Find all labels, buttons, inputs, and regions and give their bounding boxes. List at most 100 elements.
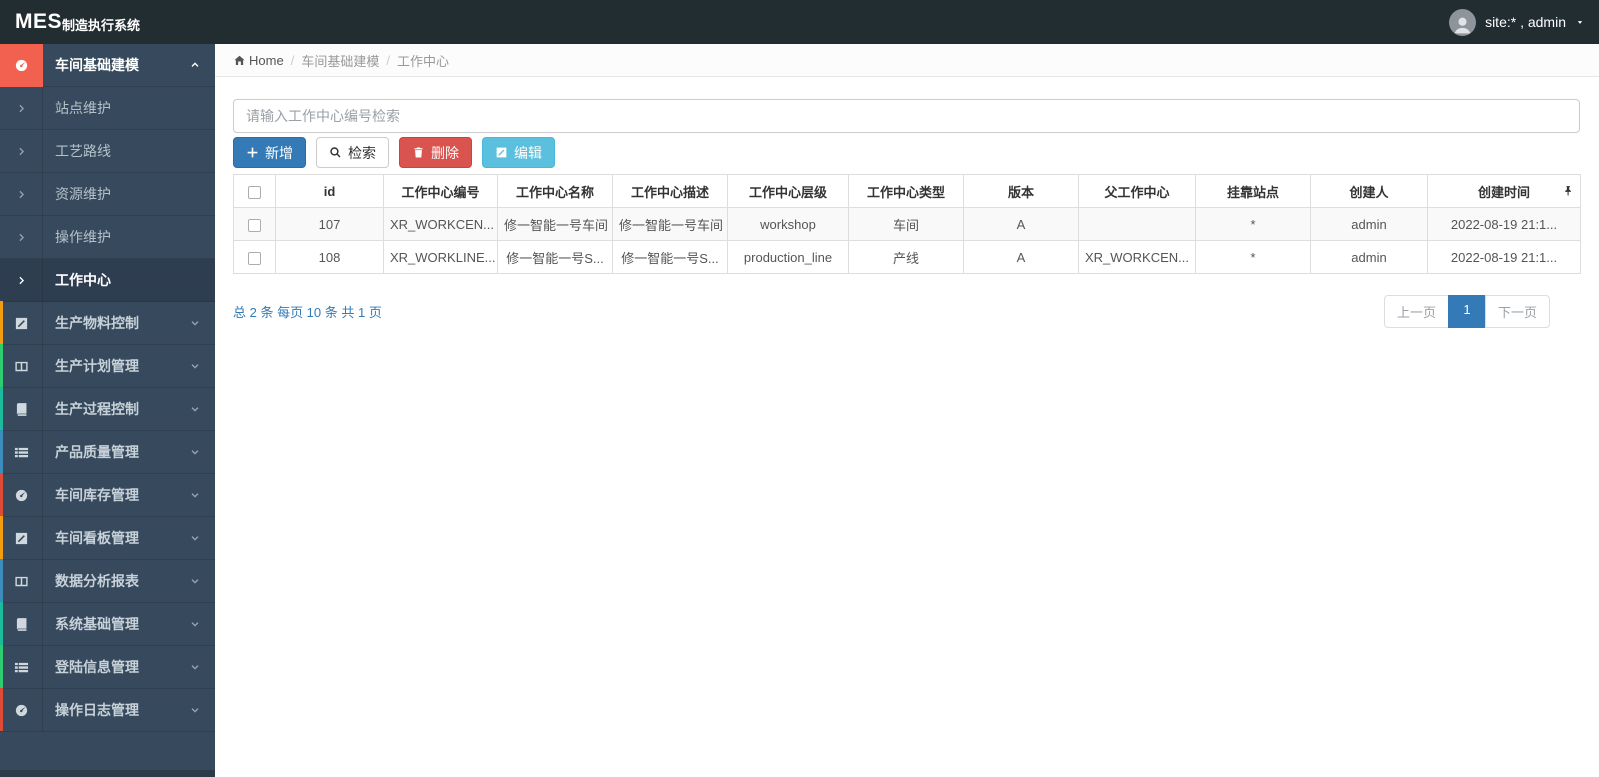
sidebar-item-operation-log-management[interactable]: 操作日志管理 bbox=[0, 688, 215, 732]
search-input[interactable] bbox=[233, 99, 1580, 133]
sidebar-item-label: 工艺路线 bbox=[55, 143, 111, 159]
cell-version: A bbox=[963, 240, 1079, 274]
col-header-description: 工作中心描述 bbox=[612, 174, 728, 208]
table-header-row: id 工作中心编号 工作中心名称 工作中心描述 工作中心层级 工作中心类型 版本… bbox=[233, 174, 1581, 208]
edit-icon bbox=[0, 301, 43, 345]
sidebar-item-data-analysis-reports[interactable]: 数据分析报表 bbox=[0, 559, 215, 603]
brand-rest: 制造执行系统 bbox=[62, 17, 141, 33]
stripe bbox=[0, 516, 3, 559]
breadcrumb-home-link[interactable]: Home bbox=[233, 53, 284, 68]
stripe bbox=[0, 430, 3, 473]
col-header-type: 工作中心类型 bbox=[848, 174, 964, 208]
edit-icon bbox=[0, 516, 43, 560]
cell-type: 产线 bbox=[848, 240, 964, 274]
row-select-cell bbox=[233, 207, 276, 241]
cell-station: * bbox=[1195, 207, 1311, 241]
home-icon bbox=[233, 54, 246, 67]
dashboard-icon bbox=[0, 688, 43, 732]
page-1-button[interactable]: 1 bbox=[1447, 295, 1486, 328]
book-icon bbox=[0, 602, 43, 646]
cell-station: * bbox=[1195, 240, 1311, 274]
pin-icon[interactable] bbox=[1562, 185, 1574, 197]
stripe bbox=[0, 344, 3, 387]
stripe bbox=[0, 473, 3, 516]
user-menu[interactable]: site:* , admin bbox=[1449, 0, 1585, 44]
col-header-creator: 创建人 bbox=[1310, 174, 1428, 208]
breadcrumb-item-work-center: 工作中心 bbox=[396, 53, 449, 69]
cell-id: 108 bbox=[275, 240, 384, 274]
sidebar-item-kanban-management[interactable]: 车间看板管理 bbox=[0, 516, 215, 560]
sidebar-item-system-management[interactable]: 系统基础管理 bbox=[0, 602, 215, 646]
sidebar-item-label: 系统基础管理 bbox=[55, 616, 139, 632]
stripe bbox=[0, 301, 3, 344]
work-center-table: id 工作中心编号 工作中心名称 工作中心描述 工作中心层级 工作中心类型 版本… bbox=[233, 174, 1581, 274]
stripe bbox=[0, 645, 3, 688]
angle-right-icon bbox=[0, 172, 43, 216]
edit-icon bbox=[495, 146, 508, 159]
stripe bbox=[0, 602, 3, 645]
dashboard-icon bbox=[0, 473, 43, 517]
cell-type: 车间 bbox=[848, 207, 964, 241]
edit-button[interactable]: 编辑 bbox=[482, 137, 555, 168]
sidebar-item-inventory-management[interactable]: 车间库存管理 bbox=[0, 473, 215, 517]
sidebar-item-label: 数据分析报表 bbox=[55, 573, 139, 589]
chevron-down-icon bbox=[189, 575, 201, 587]
pagination: 上一页 1 下一页 bbox=[1383, 295, 1550, 328]
sidebar-item-resource-maintenance[interactable]: 资源维护 bbox=[0, 172, 215, 216]
col-header-created-time-label: 创建时间 bbox=[1477, 184, 1530, 200]
row-checkbox[interactable] bbox=[248, 251, 261, 265]
app-logo[interactable]: MES 制造执行系统 bbox=[15, 0, 140, 44]
col-header-created-time: 创建时间 bbox=[1427, 174, 1581, 208]
table-row: 108 XR_WORKLINE... 修一智能一号S... 修一智能一号S...… bbox=[233, 240, 1581, 274]
breadcrumb-item-workshop-modeling[interactable]: 车间基础建模 bbox=[301, 51, 379, 70]
sidebar-item-label: 生产过程控制 bbox=[55, 401, 139, 417]
sidebar-item-label: 登陆信息管理 bbox=[55, 659, 139, 675]
sidebar-item-material-control[interactable]: 生产物料控制 bbox=[0, 301, 215, 345]
list-icon bbox=[0, 645, 43, 689]
prev-page-button[interactable]: 上一页 bbox=[1383, 295, 1449, 328]
next-page-button[interactable]: 下一页 bbox=[1484, 295, 1550, 328]
sidebar-item-work-center[interactable]: 工作中心 bbox=[0, 258, 215, 302]
cell-parent: XR_WORKCEN... bbox=[1078, 240, 1196, 274]
sidebar-item-label: 车间库存管理 bbox=[55, 487, 139, 503]
sidebar-item-workshop-modeling[interactable]: 车间基础建模 bbox=[0, 43, 215, 87]
sidebar-item-process-control[interactable]: 生产过程控制 bbox=[0, 387, 215, 431]
book-icon bbox=[0, 387, 43, 431]
grid-footer: 总 2 条 每页 10 条 共 1 页 上一页 1 下一页 bbox=[233, 295, 1580, 328]
sidebar-item-label: 车间看板管理 bbox=[55, 530, 139, 546]
chevron-down-icon bbox=[189, 403, 201, 415]
col-header-parent: 父工作中心 bbox=[1078, 174, 1196, 208]
sidebar-item-process-route[interactable]: 工艺路线 bbox=[0, 129, 215, 173]
search-button[interactable]: 检索 bbox=[316, 137, 389, 168]
cell-name: 修一智能一号S... bbox=[497, 240, 613, 274]
search-button-label: 检索 bbox=[348, 144, 376, 161]
cell-description: 修一智能一号车间 bbox=[612, 207, 728, 241]
add-button-label: 新增 bbox=[265, 144, 293, 161]
add-button[interactable]: 新增 bbox=[233, 137, 306, 168]
main-panel: 新增 检索 删除 编辑 bbox=[215, 77, 1599, 328]
sidebar-item-quality-management[interactable]: 产品质量管理 bbox=[0, 430, 215, 474]
angle-right-icon bbox=[0, 129, 43, 173]
chevron-down-icon bbox=[189, 661, 201, 673]
sidebar-item-label: 生产物料控制 bbox=[55, 315, 139, 331]
chevron-down-icon bbox=[189, 446, 201, 458]
sidebar-item-operation-maintenance[interactable]: 操作维护 bbox=[0, 215, 215, 259]
sidebar-item-site-maintenance[interactable]: 站点维护 bbox=[0, 86, 215, 130]
stripe bbox=[0, 387, 3, 430]
user-label: site:* , admin bbox=[1485, 14, 1566, 30]
sidebar-item-label: 工作中心 bbox=[55, 272, 111, 288]
sidebar-item-login-info-management[interactable]: 登陆信息管理 bbox=[0, 645, 215, 689]
delete-button[interactable]: 删除 bbox=[399, 137, 472, 168]
col-header-level: 工作中心层级 bbox=[727, 174, 849, 208]
edit-button-label: 编辑 bbox=[514, 144, 542, 161]
chevron-down-icon bbox=[189, 532, 201, 544]
select-all-checkbox[interactable] bbox=[248, 185, 261, 199]
row-checkbox[interactable] bbox=[248, 218, 261, 232]
cell-code: XR_WORKLINE... bbox=[383, 240, 498, 274]
breadcrumb: Home / 车间基础建模 / 工作中心 bbox=[215, 44, 1599, 77]
sidebar-item-production-planning[interactable]: 生产计划管理 bbox=[0, 344, 215, 388]
plus-icon bbox=[246, 146, 259, 159]
columns-icon bbox=[0, 344, 43, 388]
stripe bbox=[0, 559, 3, 602]
cell-code: XR_WORKCEN... bbox=[383, 207, 498, 241]
